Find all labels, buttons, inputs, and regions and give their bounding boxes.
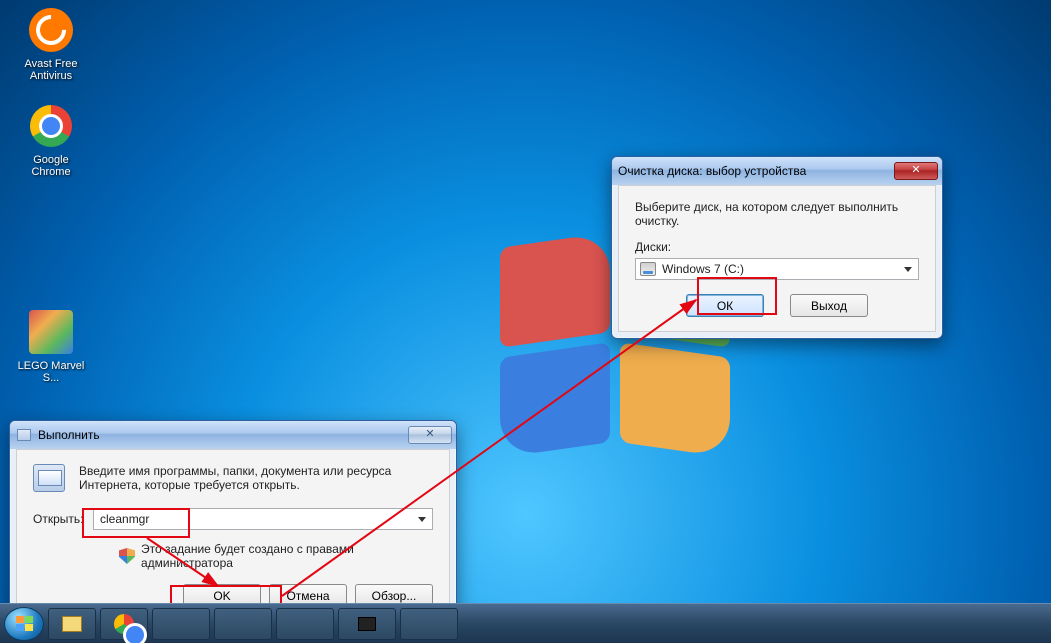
run-titlebar-icon (16, 427, 32, 443)
avast-icon (29, 8, 73, 52)
dialog-body: Введите имя программы, папки, документа … (16, 449, 450, 624)
chevron-down-icon (904, 267, 912, 272)
open-input-value: cleanmgr (100, 512, 149, 526)
drive-select-value: Windows 7 (C:) (662, 262, 744, 276)
taskbar-item[interactable] (214, 608, 272, 640)
instruction-text: Выберите диск, на котором следует выполн… (635, 200, 919, 228)
run-dialog: Выполнить ✕ Введите имя программы, папки… (9, 420, 457, 631)
titlebar[interactable]: Выполнить ✕ (10, 421, 456, 449)
chrome-icon (114, 614, 134, 634)
open-input[interactable]: cleanmgr (93, 508, 433, 530)
taskbar-item[interactable] (100, 608, 148, 640)
taskbar-item[interactable] (48, 608, 96, 640)
taskbar-item[interactable] (400, 608, 458, 640)
desktop-icon-label: Avast Free Antivirus (12, 58, 90, 82)
taskbar (0, 603, 1051, 643)
dialog-title: Очистка диска: выбор устройства (618, 164, 894, 178)
desktop-icon-label: Google Chrome (12, 154, 90, 178)
shield-icon (119, 548, 135, 564)
cmd-icon (358, 617, 376, 631)
drive-select[interactable]: Windows 7 (C:) (635, 258, 919, 280)
desktop-icons-area: Avast Free Antivirus Google Chrome LEGO … (12, 6, 90, 404)
admin-hint-text: Это задание будет создано с правами адми… (141, 542, 433, 570)
chevron-down-icon (418, 517, 426, 522)
taskbar-item[interactable] (152, 608, 210, 640)
desktop: Avast Free Antivirus Google Chrome LEGO … (0, 0, 1051, 643)
desktop-icon-avast[interactable]: Avast Free Antivirus (12, 6, 90, 82)
exit-button[interactable]: Выход (790, 294, 868, 317)
open-label: Открыть: (33, 512, 93, 526)
titlebar[interactable]: Очистка диска: выбор устройства ✕ (612, 157, 942, 185)
instruction-text: Введите имя программы, папки, документа … (79, 464, 433, 492)
run-icon (33, 464, 65, 492)
folder-icon (62, 616, 82, 632)
taskbar-item[interactable] (338, 608, 396, 640)
start-button[interactable] (4, 607, 44, 641)
lego-icon (29, 310, 73, 354)
desktop-icon-label: LEGO Marvel S... (12, 360, 90, 384)
ok-button[interactable]: ОК (686, 294, 764, 317)
dialog-title: Выполнить (38, 428, 408, 442)
drive-icon (640, 262, 656, 276)
drives-label: Диски: (635, 240, 919, 254)
desktop-icon-chrome[interactable]: Google Chrome (12, 102, 90, 178)
chrome-icon (30, 105, 72, 147)
close-button[interactable]: ✕ (894, 162, 938, 180)
taskbar-item[interactable] (276, 608, 334, 640)
close-button[interactable]: ✕ (408, 426, 452, 444)
windows-flag-icon (16, 616, 33, 631)
disk-cleanup-dialog: Очистка диска: выбор устройства ✕ Выбери… (611, 156, 943, 339)
dialog-body: Выберите диск, на котором следует выполн… (618, 185, 936, 332)
desktop-icon-lego[interactable]: LEGO Marvel S... (12, 308, 90, 384)
